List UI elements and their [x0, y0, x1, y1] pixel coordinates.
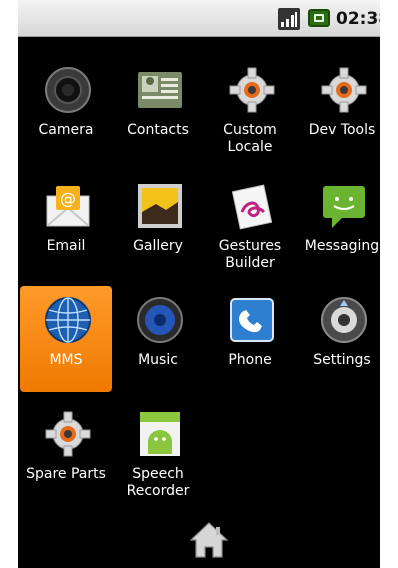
battery-icon: [308, 9, 330, 27]
gestures-icon: [231, 184, 273, 230]
music-icon: [137, 297, 183, 343]
app-messaging[interactable]: Messaging: [296, 172, 380, 278]
app-label: Camera: [38, 122, 94, 138]
app-label: Contacts: [127, 122, 189, 138]
app-dev-tools[interactable]: Dev Tools: [296, 56, 380, 162]
app-label: MMS: [49, 352, 83, 368]
settings-icon: [321, 297, 367, 343]
android-icon: [140, 412, 180, 456]
app-label: Email: [46, 238, 86, 254]
app-label: Custom Locale: [223, 122, 277, 155]
messaging-icon: [323, 186, 365, 228]
app-label: Phone: [228, 352, 272, 368]
app-label: Speech Recorder: [126, 466, 190, 499]
app-label: Spare Parts: [26, 466, 106, 482]
gear-icon: [45, 411, 91, 457]
camera-icon: [45, 67, 91, 113]
app-contacts[interactable]: Contacts: [112, 56, 204, 162]
signal-icon: [278, 8, 300, 30]
app-label: Settings: [313, 352, 371, 368]
status-time: 02:38: [336, 9, 380, 29]
gallery-icon: [138, 184, 182, 228]
phone-icon: [230, 298, 274, 342]
globe-icon: [45, 297, 91, 343]
home-screen: 02:38 Camera Contacts: [18, 0, 380, 568]
app-email[interactable]: @ Email: [20, 172, 112, 278]
app-camera[interactable]: Camera: [20, 56, 112, 162]
app-label: Gestures Builder: [218, 238, 282, 271]
app-custom-locale[interactable]: Custom Locale: [204, 56, 296, 162]
gear-icon: [229, 67, 275, 113]
app-label: Messaging: [304, 238, 380, 254]
app-settings[interactable]: Settings: [296, 286, 380, 392]
gear-icon: [321, 67, 367, 113]
contacts-icon: [138, 72, 182, 108]
app-label: Music: [138, 352, 178, 368]
app-spare-parts[interactable]: Spare Parts: [20, 400, 112, 506]
app-music[interactable]: Music: [112, 286, 204, 392]
svg-text:@: @: [60, 189, 76, 208]
app-gallery[interactable]: Gallery: [112, 172, 204, 278]
app-mms[interactable]: MMS: [20, 286, 112, 392]
app-phone[interactable]: Phone: [204, 286, 296, 392]
app-speech-recorder[interactable]: Speech Recorder: [112, 400, 204, 506]
home-icon[interactable]: [189, 520, 229, 560]
app-gestures-builder[interactable]: Gestures Builder: [204, 172, 296, 278]
email-icon: @: [46, 186, 90, 227]
app-label: Gallery: [133, 238, 183, 254]
app-label: Dev Tools: [308, 122, 376, 138]
status-bar: 02:38: [18, 0, 380, 37]
